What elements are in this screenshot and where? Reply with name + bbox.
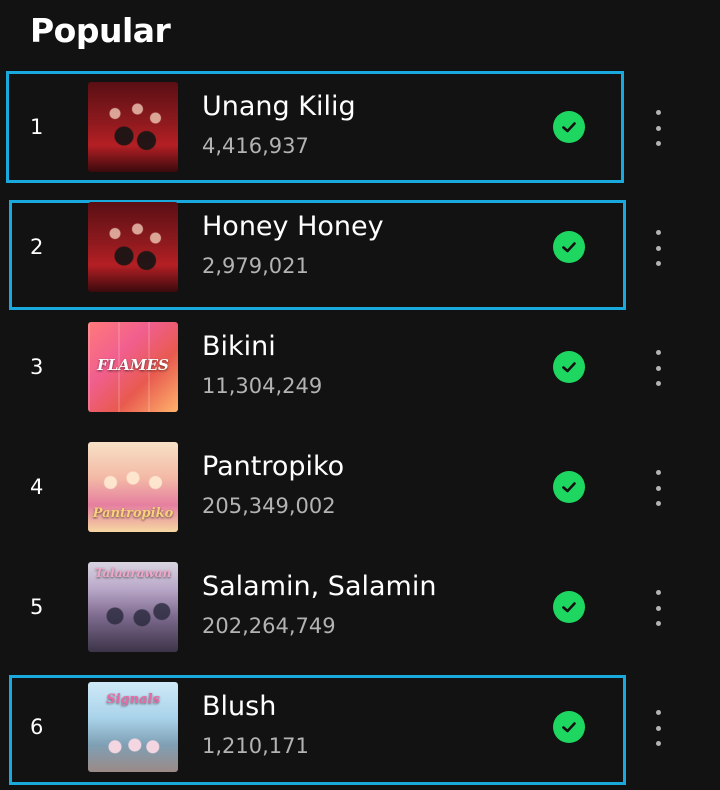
album-art-unang-kilig — [88, 82, 178, 172]
track-row[interactable]: 6 Signals Blush 1,210,171 — [0, 670, 720, 790]
album-art-text: Signals — [106, 692, 160, 707]
track-rank: 3 — [30, 355, 44, 379]
downloaded-check-icon[interactable] — [553, 111, 585, 143]
track-row[interactable]: 5 Talaarawan Salamin, Salamin 202,264,74… — [0, 550, 720, 670]
album-art-salamin: Talaarawan — [88, 562, 178, 652]
section-title: Popular — [30, 11, 171, 50]
track-play-count: 4,416,937 — [202, 134, 309, 158]
more-options-icon[interactable] — [646, 106, 670, 150]
track-title: Salamin, Salamin — [202, 571, 437, 602]
more-options-icon[interactable] — [646, 226, 670, 270]
album-art-text: FLAMES — [97, 356, 169, 374]
more-options-icon[interactable] — [646, 586, 670, 630]
downloaded-check-icon[interactable] — [553, 231, 585, 263]
downloaded-check-icon[interactable] — [553, 591, 585, 623]
track-title: Honey Honey — [202, 211, 384, 242]
track-row[interactable]: 2 Honey Honey 2,979,021 — [0, 190, 720, 310]
album-art-text: Pantropiko — [92, 506, 174, 521]
album-art-pantropiko: Pantropiko — [88, 442, 178, 532]
track-rank: 4 — [30, 475, 44, 499]
track-play-count: 11,304,249 — [202, 374, 323, 398]
downloaded-check-icon[interactable] — [553, 471, 585, 503]
track-rank: 2 — [30, 235, 44, 259]
album-art-flames: FLAMES — [88, 322, 178, 412]
track-rank: 1 — [30, 115, 44, 139]
more-options-icon[interactable] — [646, 346, 670, 390]
track-play-count: 1,210,171 — [202, 734, 309, 758]
album-art-blush: Signals — [88, 682, 178, 772]
album-art-text: Talaarawan — [94, 566, 172, 580]
album-art-honey-honey — [88, 202, 178, 292]
track-rank: 5 — [30, 595, 44, 619]
more-options-icon[interactable] — [646, 706, 670, 750]
track-title: Blush — [202, 691, 277, 722]
track-rank: 6 — [30, 715, 44, 739]
downloaded-check-icon[interactable] — [553, 351, 585, 383]
track-play-count: 2,979,021 — [202, 254, 309, 278]
track-play-count: 202,264,749 — [202, 614, 336, 638]
track-title: Pantropiko — [202, 451, 345, 482]
downloaded-check-icon[interactable] — [553, 711, 585, 743]
more-options-icon[interactable] — [646, 466, 670, 510]
track-title: Unang Kilig — [202, 91, 356, 122]
track-row[interactable]: 1 Unang Kilig 4,416,937 — [0, 70, 720, 190]
track-title: Bikini — [202, 331, 276, 362]
track-row[interactable]: 4 Pantropiko Pantropiko 205,349,002 — [0, 430, 720, 550]
track-row[interactable]: 3 FLAMES Bikini 11,304,249 — [0, 310, 720, 430]
track-play-count: 205,349,002 — [202, 494, 336, 518]
